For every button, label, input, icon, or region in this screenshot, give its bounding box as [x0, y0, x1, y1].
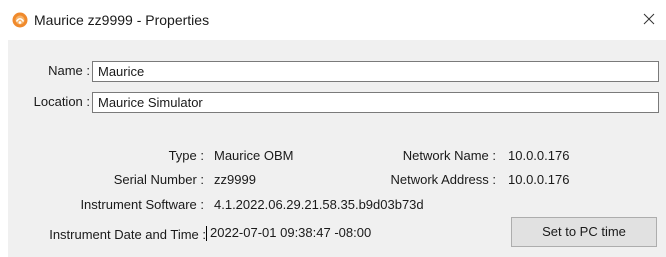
network-name-label: Network Name :	[402, 148, 496, 163]
text-caret	[206, 226, 207, 241]
window-title: Maurice zz9999 - Properties	[34, 12, 210, 28]
network-address-value: 10.0.0.176	[508, 172, 570, 187]
instrument-software-value: 4.1.2022.06.29.21.58.35.b9d03b73d	[214, 197, 424, 212]
instrument-datetime-field[interactable]: 2022-07-01 09:38:47 -08:00	[206, 223, 516, 244]
type-label: Type :	[168, 148, 204, 163]
location-field[interactable]: Maurice Simulator	[92, 92, 659, 113]
location-label: Location :	[33, 94, 90, 109]
close-icon	[643, 13, 655, 25]
type-value: Maurice OBM	[214, 148, 294, 163]
name-label: Name :	[48, 63, 90, 78]
title-bar: Maurice zz9999 - Properties	[0, 0, 666, 40]
network-address-label: Network Address :	[390, 172, 497, 187]
properties-panel: Name : Maurice Location : Maurice Simula…	[8, 40, 666, 257]
network-name-value: 10.0.0.176	[508, 148, 570, 163]
serial-number-label: Serial Number :	[113, 172, 204, 187]
properties-dialog: Maurice zz9999 - Properties Name : Mauri…	[0, 0, 666, 257]
serial-number-value: zz9999	[214, 172, 256, 187]
set-to-pc-time-button[interactable]: Set to PC time	[511, 217, 657, 247]
app-icon	[12, 12, 28, 28]
instrument-software-label: Instrument Software :	[80, 197, 204, 212]
close-button[interactable]	[636, 6, 662, 32]
instrument-datetime-label: Instrument Date and Time :	[49, 227, 206, 242]
name-field[interactable]: Maurice	[92, 61, 659, 82]
